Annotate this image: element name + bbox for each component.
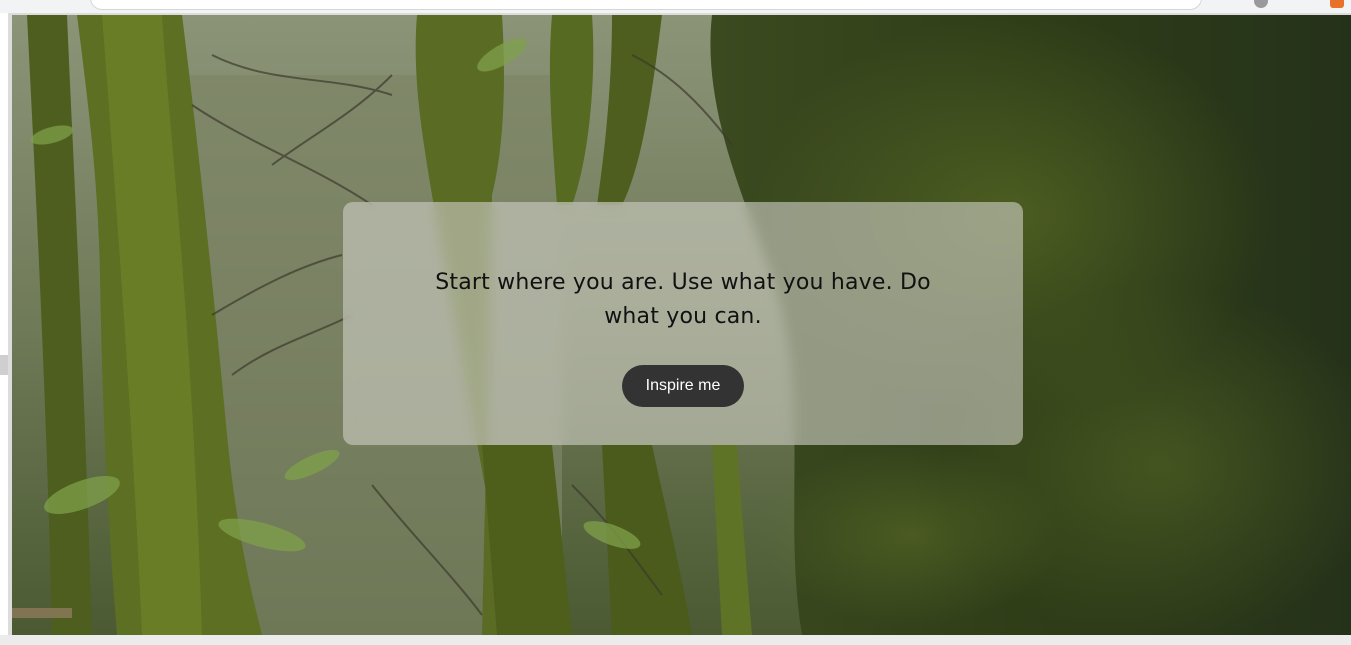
extension-icon[interactable] — [1330, 0, 1344, 8]
quote-card: Start where you are. Use what you have. … — [343, 202, 1023, 445]
quote-text: Start where you are. Use what you have. … — [435, 270, 931, 329]
browser-toolbar — [0, 0, 1351, 13]
profile-avatar-icon[interactable] — [1254, 0, 1268, 8]
page-viewport: Start where you are. Use what you have. … — [12, 15, 1351, 635]
scroll-marker — [0, 355, 8, 375]
window-left-edge — [0, 13, 8, 635]
inspire-me-button[interactable]: Inspire me — [621, 365, 745, 407]
address-bar[interactable] — [90, 0, 1202, 10]
status-bar — [0, 635, 1351, 645]
